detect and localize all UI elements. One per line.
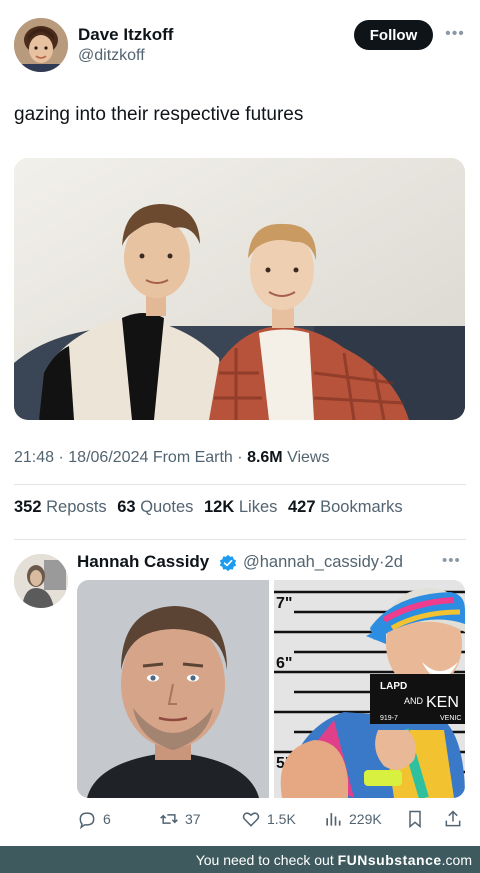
more-dots-icon[interactable]: ••• xyxy=(442,552,461,569)
reply-author-name[interactable]: Hannah Cassidy xyxy=(77,552,209,572)
views-count: 8.6M xyxy=(247,449,283,466)
heart-icon xyxy=(242,812,260,827)
footer-brand[interactable]: FUNsubstance xyxy=(338,852,442,868)
repost-count: 37 xyxy=(185,811,201,827)
height-mark: 7" xyxy=(276,595,292,612)
reply-photo-right[interactable]: 7" 6" 5" LAPD AND KEN 919-7 VENIC xyxy=(274,580,465,798)
reply-author-handle[interactable]: @hannah_cassidy xyxy=(243,553,379,571)
repost-icon xyxy=(160,814,178,824)
views-count-reply: 229K xyxy=(349,811,382,827)
stat-reposts[interactable]: 352 Reposts xyxy=(14,498,107,516)
bookmark-icon xyxy=(409,810,421,829)
sign-venice: VENIC xyxy=(440,715,461,722)
height-mark: 6" xyxy=(276,655,292,672)
ken-mugshot-photo: 7" 6" 5" LAPD AND KEN 919-7 VENIC xyxy=(274,580,465,798)
footer-text: You need to check out xyxy=(195,851,334,868)
views-label: Views xyxy=(287,449,330,466)
like-count: 1.5K xyxy=(267,811,296,827)
follow-button[interactable]: Follow xyxy=(354,20,433,50)
views-button[interactable]: 229K xyxy=(323,806,382,832)
share-icon xyxy=(445,810,461,827)
mugshot-photo xyxy=(77,580,269,798)
author-name[interactable]: Dave Itzkoff xyxy=(78,25,173,45)
sign-line3: 919-7 xyxy=(380,715,398,722)
reply-handle: @hannah_cassidy·2d xyxy=(243,553,403,572)
reply-button[interactable]: 6 xyxy=(77,806,111,832)
reply-age[interactable]: 2d xyxy=(385,553,403,571)
stat-likes[interactable]: 12K Likes xyxy=(204,498,277,516)
author-handle[interactable]: @ditzkoff xyxy=(78,47,145,65)
tweet-date[interactable]: 18/06/2024 xyxy=(68,449,148,466)
tweet-meta: 21:48 · 18/06/2024 From Earth · 8.6M Vie… xyxy=(14,449,329,467)
avatar-photo xyxy=(14,554,68,608)
verified-badge-icon xyxy=(219,554,237,572)
stat-bookmarks[interactable]: 427 Bookmarks xyxy=(288,498,403,516)
reply-photo-left[interactable] xyxy=(77,580,269,798)
like-button[interactable]: 1.5K xyxy=(241,806,296,832)
sign-line1: LAPD xyxy=(380,681,407,692)
analytics-icon xyxy=(326,813,341,826)
tweet-source: From Earth xyxy=(152,449,233,466)
reply-avatar[interactable] xyxy=(14,554,68,608)
reply-icon xyxy=(79,812,95,829)
repost-button[interactable]: 37 xyxy=(159,806,201,832)
divider xyxy=(14,539,466,540)
reply-actions: 6 37 1.5K 229K xyxy=(77,806,467,832)
share-button[interactable] xyxy=(443,806,463,832)
tweet-text: gazing into their respective futures xyxy=(14,104,304,125)
two-boys-photo xyxy=(14,158,465,420)
reply-count: 6 xyxy=(103,811,111,827)
tweet-photo[interactable] xyxy=(14,158,465,420)
tweet-stats: 352 Reposts 63 Quotes 12K Likes 427 Book… xyxy=(14,498,409,517)
footer-suffix: .com xyxy=(441,851,472,868)
tweet-header: Dave Itzkoff @ditzkoff Follow ••• xyxy=(14,18,466,74)
tweet-time[interactable]: 21:48 xyxy=(14,449,54,466)
author-avatar[interactable] xyxy=(14,18,68,72)
divider xyxy=(14,484,466,485)
sign-and: AND xyxy=(404,696,424,706)
footer-banner: You need to check out FUNsubstance .com xyxy=(0,846,480,873)
sign-ken: KEN xyxy=(426,694,459,711)
more-dots-icon[interactable]: ••• xyxy=(444,22,466,46)
bookmark-button[interactable] xyxy=(405,806,425,832)
stat-quotes[interactable]: 63 Quotes xyxy=(117,498,193,516)
meta-sep: · xyxy=(58,449,69,466)
avatar-photo xyxy=(14,18,68,72)
meta-sep: · xyxy=(237,449,248,466)
